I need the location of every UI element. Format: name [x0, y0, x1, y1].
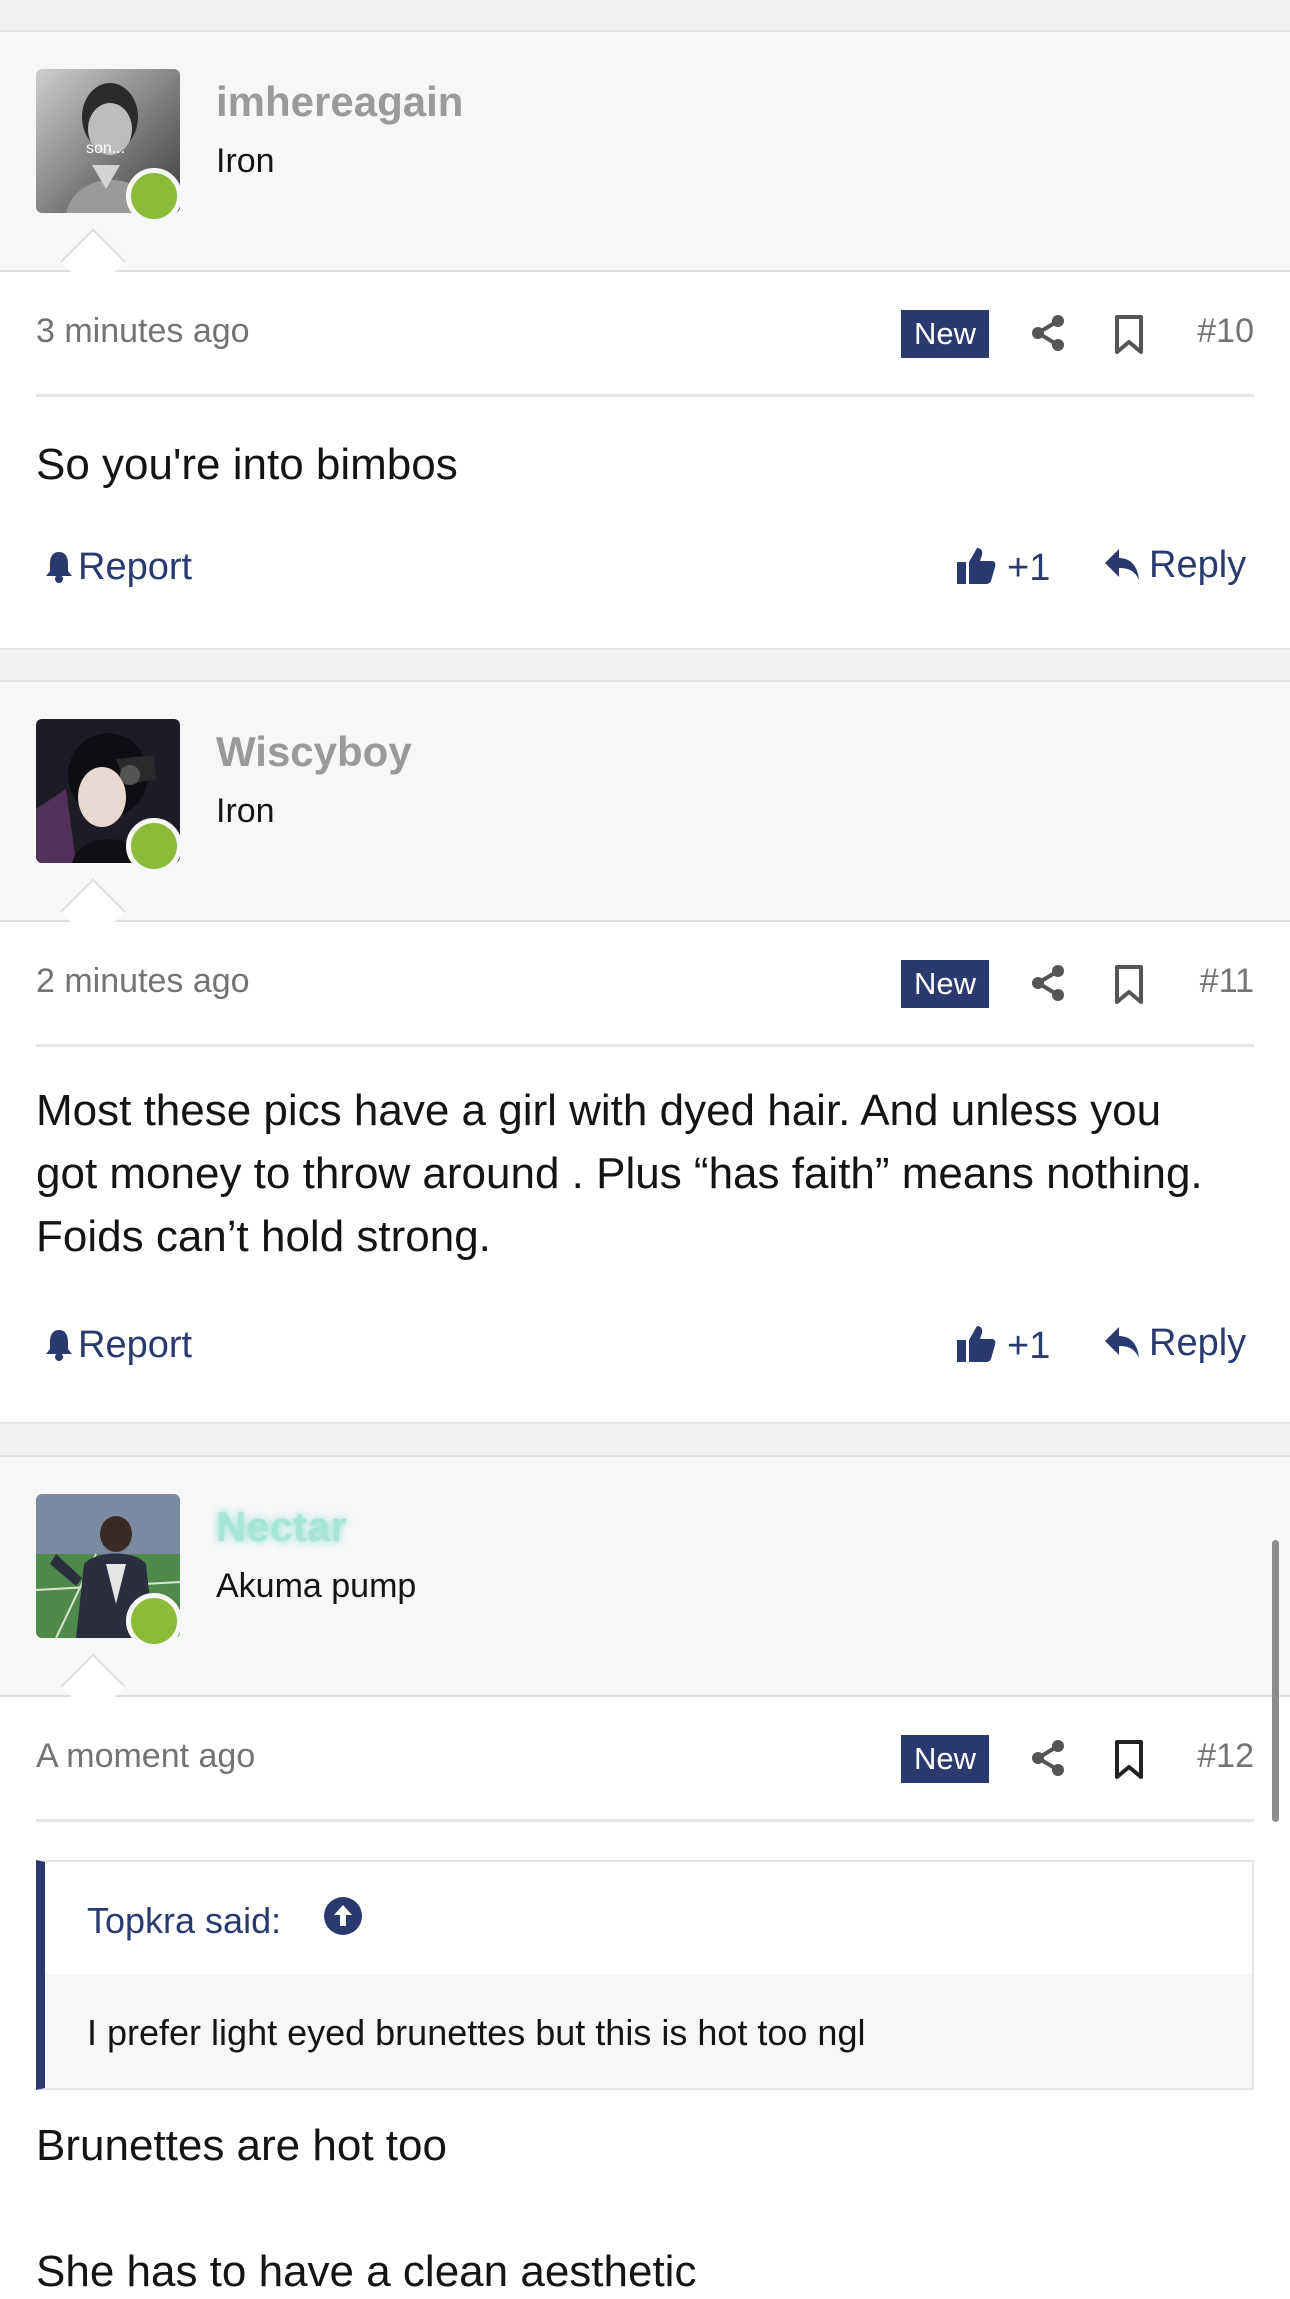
header-notch [60, 878, 126, 944]
meta-divider [36, 394, 1254, 397]
post-12: Nectar Akuma pump A moment ago New #12 T… [0, 1455, 1290, 2299]
post-11: Wiscyboy Iron 2 minutes ago New #11 Most… [0, 680, 1290, 1425]
report-label: Report [78, 546, 193, 588]
share-icon[interactable] [1028, 963, 1068, 1003]
post-body-line: She has to have a clean aesthetic [36, 2247, 697, 2296]
reply-button[interactable]: Reply [1103, 1322, 1246, 1365]
post-header: son... imhereagain Iron [0, 30, 1290, 294]
reply-button[interactable]: Reply [1103, 544, 1246, 587]
quote-author-link[interactable]: Topkra said: [87, 1900, 281, 1942]
like-count: +1 [1007, 1325, 1051, 1367]
post-body-line: got money to throw around . Plus “has fa… [36, 1149, 1203, 1198]
post-header: Nectar Akuma pump [0, 1455, 1290, 1719]
post-body-line: Foids can’t hold strong. [36, 1212, 491, 1261]
new-badge: New [901, 1735, 989, 1783]
post-number[interactable]: #11 [1170, 962, 1254, 1001]
bookmark-icon[interactable] [1113, 964, 1145, 1006]
quote-text: I prefer light eyed brunettes but this i… [87, 2012, 866, 2053]
reply-icon [1105, 549, 1139, 580]
username[interactable]: Nectar [216, 1503, 347, 1551]
like-button[interactable]: +1 [955, 1322, 1050, 1368]
quote-block: Topkra said: I prefer light eyed brunett… [36, 1860, 1254, 2090]
post-10: son... imhereagain Iron 3 minutes ago Ne… [0, 30, 1290, 650]
bookmark-icon[interactable] [1113, 314, 1145, 356]
post-body-line: So you're into bimbos [36, 440, 458, 489]
post-header: Wiscyboy Iron [0, 680, 1290, 944]
post-body-line: Brunettes are hot too [36, 2121, 447, 2170]
post-number[interactable]: #10 [1170, 312, 1254, 351]
header-notch [60, 228, 126, 294]
online-status-icon [126, 1593, 182, 1649]
post-separator [0, 648, 1290, 682]
username[interactable]: imhereagain [216, 78, 463, 126]
report-label: Report [78, 1324, 193, 1366]
header-notch [60, 1653, 126, 1719]
new-badge: New [901, 960, 989, 1008]
like-button[interactable]: +1 [955, 544, 1050, 590]
share-icon[interactable] [1028, 313, 1068, 353]
thumbs-up-icon [957, 548, 996, 584]
arrow-up-circle-icon[interactable] [323, 1896, 363, 1936]
post-time[interactable]: 3 minutes ago [36, 312, 250, 351]
post-time[interactable]: 2 minutes ago [36, 962, 250, 1001]
like-count: +1 [1007, 547, 1051, 589]
meta-divider [36, 1819, 1254, 1822]
quote-header: Topkra said: [45, 1862, 1252, 1974]
online-status-icon [126, 168, 182, 224]
bell-icon [46, 1330, 72, 1361]
username[interactable]: Wiscyboy [216, 728, 412, 776]
meta-divider [36, 1044, 1254, 1047]
post-body-line: Most these pics have a girl with dyed ha… [36, 1086, 1162, 1135]
report-button[interactable]: Report [44, 546, 192, 589]
post-time[interactable]: A moment ago [36, 1737, 255, 1776]
reply-icon [1105, 1327, 1139, 1358]
reply-label: Reply [1149, 1322, 1247, 1364]
thumbs-up-icon [957, 1326, 996, 1362]
reply-label: Reply [1149, 544, 1247, 586]
user-title: Iron [216, 792, 275, 830]
scrollbar[interactable] [1272, 1540, 1279, 1822]
quote-content: I prefer light eyed brunettes but this i… [45, 1974, 1252, 2088]
new-badge: New [901, 310, 989, 358]
user-title: Iron [216, 142, 275, 180]
online-status-icon [126, 818, 182, 874]
avatar-caption: son... [86, 140, 125, 157]
share-icon[interactable] [1028, 1738, 1068, 1778]
top-bar [0, 0, 1290, 34]
report-button[interactable]: Report [44, 1324, 192, 1367]
bell-icon [46, 552, 72, 583]
post-separator [0, 1422, 1290, 1456]
user-title: Akuma pump [216, 1567, 417, 1605]
bookmark-icon[interactable] [1113, 1739, 1145, 1781]
post-number[interactable]: #12 [1170, 1737, 1254, 1776]
